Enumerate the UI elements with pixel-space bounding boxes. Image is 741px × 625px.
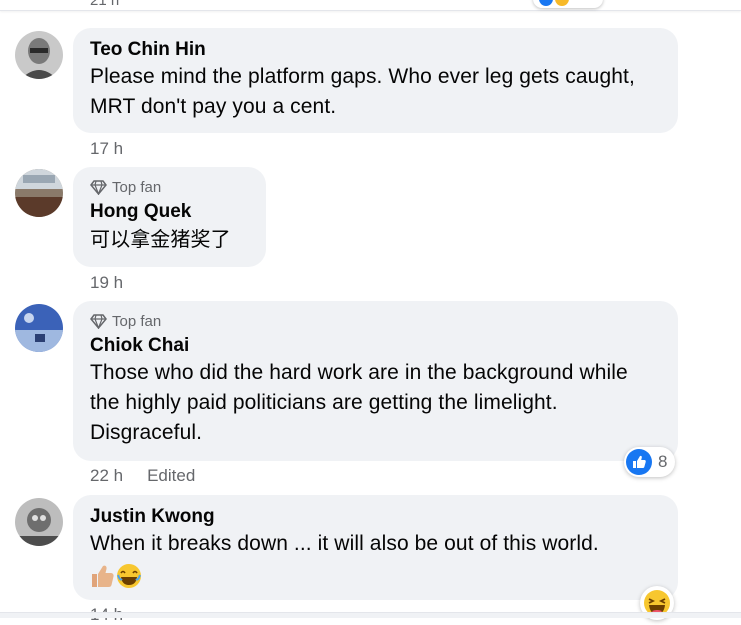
avatar[interactable] [15,498,63,546]
comment-bubble: Teo Chin Hin Please mind the platform ga… [73,28,678,133]
comment-timestamp[interactable]: 17 h [90,139,123,159]
top-fan-label: Top fan [112,312,162,330]
top-fan-badge: Top fan [90,177,249,197]
edited-label[interactable]: Edited [147,466,195,486]
avatar[interactable] [15,31,63,79]
top-bar: 21 h [0,0,741,11]
commenter-name[interactable]: Justin Kwong [90,505,661,529]
commenter-name[interactable]: Teo Chin Hin [90,38,661,62]
thumbs-up-emoji-icon [92,564,141,588]
bottom-bar [0,612,741,618]
comment-text: Please mind the platform gaps. Who ever … [90,65,635,118]
comment-timestamp[interactable]: 19 h [90,273,123,293]
like-icon [539,0,553,6]
avatar[interactable] [15,169,63,217]
commenter-name[interactable]: Chiok Chai [90,334,661,358]
comment-emoji [90,563,661,597]
comment-meta: 22 h Edited [90,466,195,486]
top-fan-badge: Top fan [90,311,661,331]
diamond-icon [90,179,107,195]
comment-text: When it breaks down ... it will also be … [90,532,599,555]
prev-comment-timestamp[interactable]: 21 h [90,0,119,9]
comment-text: 可以拿金猪奖了 [90,227,231,251]
comment-meta: 19 h [90,273,123,293]
reaction-count: 8 [658,452,668,471]
prev-reactions-badge[interactable] [533,0,603,8]
commenter-name[interactable]: Hong Quek [90,200,249,224]
comment-timestamp[interactable]: 22 h [90,466,123,486]
avatar[interactable] [15,304,63,352]
reactions-badge[interactable]: 8 [624,447,676,477]
haha-icon [555,0,569,6]
top-fan-label: Top fan [112,178,162,196]
comment-text: Those who did the hard work are in the b… [90,361,628,444]
comment-bubble: Top fan Chiok Chai Those who did the har… [73,301,678,461]
comment-bubble: Justin Kwong When it breaks down ... it … [73,495,678,600]
comment-bubble: Top fan Hong Quek 可以拿金猪奖了 [73,167,266,267]
like-icon [626,449,652,475]
comment-meta: 17 h [90,139,123,159]
diamond-icon [90,313,107,329]
